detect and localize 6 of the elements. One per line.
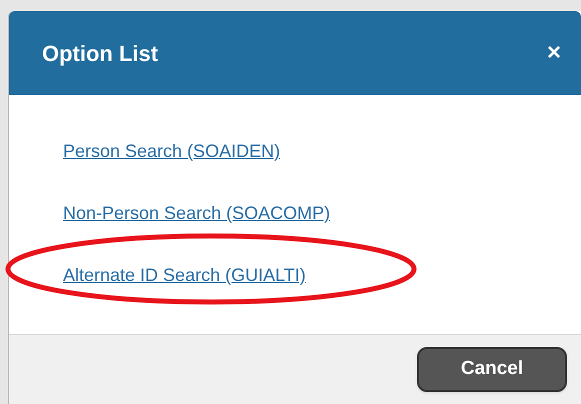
dialog-title: Option List (42, 40, 158, 68)
close-button[interactable]: × (546, 41, 561, 65)
option-link[interactable]: Non-Person Search (SOACOMP) (63, 203, 330, 223)
cancel-button[interactable]: Cancel (417, 347, 567, 392)
option-link[interactable]: Alternate ID Search (GUIALTI) (63, 265, 306, 285)
option-link[interactable]: Person Search (SOAIDEN) (63, 141, 280, 161)
